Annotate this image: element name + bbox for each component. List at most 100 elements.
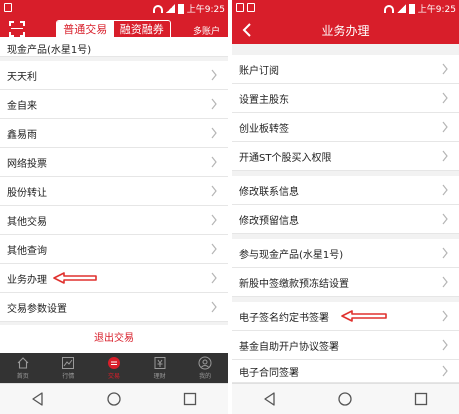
status-bar: 上午9:25 [232,0,459,16]
list-item[interactable]: 电子合同签署 [232,360,459,383]
chevron-right-icon [442,213,448,225]
list-item-label: 创业板转签 [239,123,289,135]
user-icon [198,356,212,370]
chevron-right-icon [211,69,217,81]
list-item[interactable]: 参与现金产品(水星1号) [232,239,459,268]
list-item[interactable]: 其他交易 [0,206,228,235]
nav-recents-icon[interactable] [413,391,429,407]
list-item[interactable]: 股份转让 [0,177,228,206]
list-item[interactable]: 修改预留信息 [232,205,459,234]
multi-account-button[interactable]: 多账户 [193,24,220,37]
logout-button[interactable]: 退出交易 [0,325,228,353]
tab-finance[interactable]: 理财 [137,353,183,383]
status-time: 上午9:25 [417,5,456,15]
battery-icon [177,3,184,14]
list-item[interactable]: 开通ST个股买入权限 [232,142,459,171]
home-icon [17,357,29,369]
page-title: 业务办理 [321,24,370,38]
list-item-label: 金自来 [7,100,37,112]
chevron-right-icon [211,98,217,110]
list-item[interactable]: 修改联系信息 [232,176,459,205]
system-nav-bar [0,383,228,414]
chevron-right-icon [211,272,217,284]
list-item[interactable]: 设置主股东 [232,84,459,113]
list-item-business[interactable]: 业务办理 [0,264,228,293]
image-notification-icon [247,3,255,12]
list-item-label: 其他交易 [7,216,47,228]
finance-icon [154,357,166,369]
top-bar: 业务办理 [232,16,459,44]
chevron-right-icon [442,339,448,351]
wifi-icon [152,4,163,13]
tab-trade[interactable]: 交易 [91,353,137,383]
chevron-right-icon [211,301,217,313]
chart-icon [62,357,75,369]
tab-mine[interactable]: 我的 [182,353,228,383]
annotation-arrow-icon [53,272,97,284]
list-item[interactable]: 网络投票 [0,148,228,177]
list-item-label: 新股中签缴款预冻结设置 [239,278,349,290]
scan-icon[interactable] [9,21,25,37]
chevron-right-icon [442,63,448,75]
list-item-label: 天天利 [7,71,37,83]
status-bar: 上午9:25 [0,0,228,16]
list-item-partial[interactable]: 现金产品(水星1号) [0,37,228,57]
chevron-right-icon [442,150,448,162]
list-item-label: 参与现金产品(水星1号) [239,249,344,261]
list-item[interactable]: 鑫易雨 [0,119,228,148]
chevron-right-icon [211,156,217,168]
battery-icon [408,3,415,14]
list-item[interactable]: 交易参数设置 [0,293,228,322]
chevron-right-icon [211,185,217,197]
list-item-label: 电子合同签署 [239,367,299,379]
nav-recents-icon[interactable] [182,391,198,407]
nav-back-icon[interactable] [30,391,46,407]
nav-home-icon[interactable] [337,391,353,407]
list-item-label: 业务办理 [7,274,47,286]
trade-icon [107,357,120,369]
chevron-right-icon [211,214,217,226]
list-item[interactable]: 基金自助开户协议签署 [232,331,459,360]
chevron-right-icon [211,127,217,139]
chevron-right-icon [442,310,448,322]
list-item-label: 鑫易雨 [7,129,37,141]
list-item[interactable]: 其他查询 [0,235,228,264]
list-item-label: 修改预留信息 [239,215,299,227]
nav-home-icon[interactable] [106,391,122,407]
system-nav-bar [232,383,459,414]
list-item[interactable]: 创业板转签 [232,113,459,142]
notification-icon [236,3,244,12]
wifi-icon [383,4,394,13]
bottom-tab-bar: 首页 行情 交易 理财 我的 [0,353,228,383]
list-item[interactable]: 新股中签缴款预冻结设置 [232,268,459,297]
list-item[interactable]: 金自来 [0,90,228,119]
signal-icon [165,4,175,13]
list-item-label: 开通ST个股买入权限 [239,152,332,164]
nav-back-icon[interactable] [262,391,278,407]
chevron-right-icon [442,247,448,259]
list-item[interactable]: 账户订阅 [232,55,459,84]
annotation-arrow-icon [341,310,387,322]
chevron-right-icon [211,243,217,255]
list-item-label: 修改联系信息 [239,186,299,198]
list-item-label: 电子签名约定书签署 [239,312,329,324]
chevron-right-icon [442,276,448,288]
chevron-right-icon [442,92,448,104]
list-item-label: 股份转让 [7,187,47,199]
signal-icon [396,4,406,13]
list-item-label: 账户订阅 [239,65,279,77]
chevron-right-icon [442,121,448,133]
notification-icon [4,3,12,12]
left-phone-screen: 上午9:25 普通交易 融资融券 多账户 现金产品(水星1号) 天天利 金自来 [0,0,228,414]
list-item-label: 网络投票 [7,158,47,170]
tab-home[interactable]: 首页 [0,353,46,383]
list-item-label: 其他查询 [7,245,47,257]
list-item-label: 基金自助开户协议签署 [239,341,339,353]
chevron-right-icon [442,184,448,196]
status-time: 上午9:25 [186,5,225,15]
right-phone-screen: 上午9:25 业务办理 账户订阅 设置主股东 创业板转签 开通ST个股买入权限 … [232,0,459,414]
list-item-label: 交易参数设置 [7,303,67,315]
chevron-right-icon [442,365,448,377]
tab-market[interactable]: 行情 [46,353,92,383]
list-item[interactable]: 天天利 [0,61,228,90]
